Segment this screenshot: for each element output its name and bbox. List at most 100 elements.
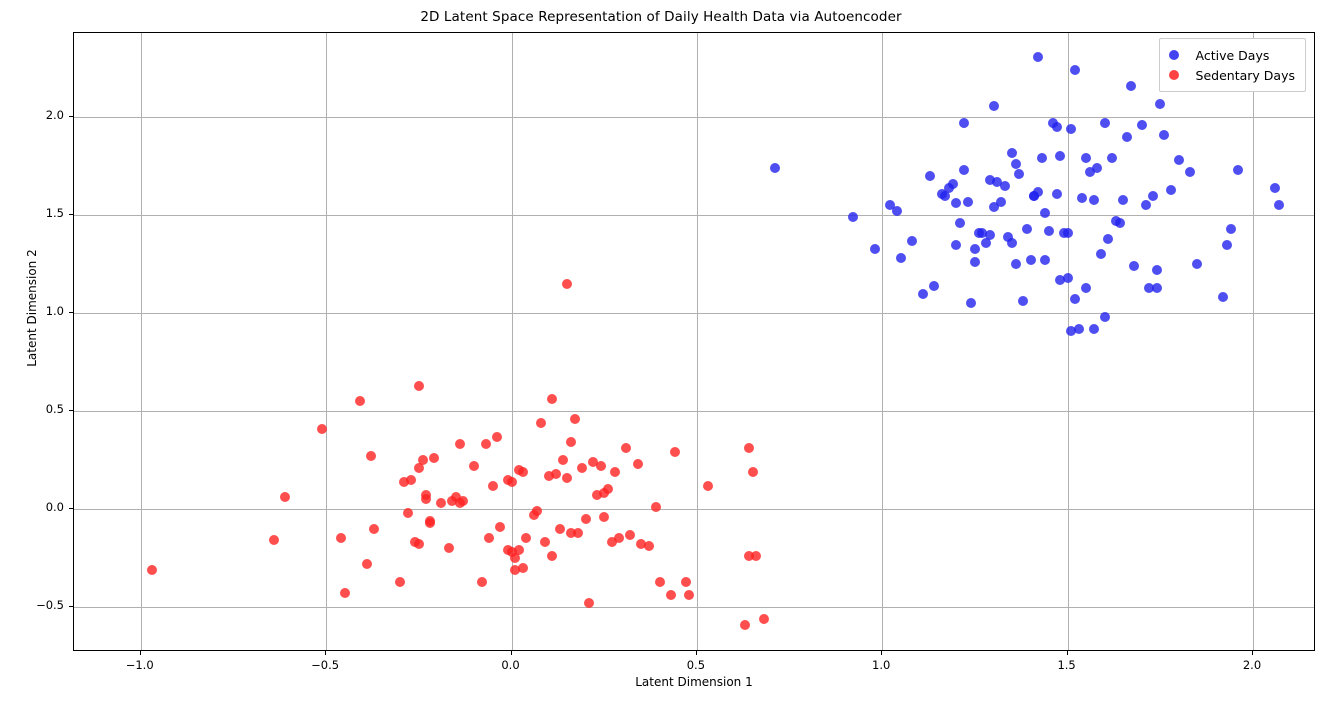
x-tickmark — [510, 651, 512, 655]
data-point-active — [847, 212, 858, 223]
data-point-sedentary — [595, 460, 606, 471]
gridline-horizontal — [74, 117, 1314, 119]
data-point-sedentary — [487, 480, 498, 491]
data-point-sedentary — [614, 533, 624, 544]
x-tickmark — [325, 651, 327, 655]
data-point-sedentary — [395, 576, 406, 587]
data-point-active — [995, 196, 1006, 207]
data-point-active — [1010, 259, 1021, 270]
data-point-sedentary — [443, 543, 454, 554]
data-point-active — [925, 171, 936, 181]
data-point-sedentary — [146, 564, 157, 575]
x-tickmark — [1066, 651, 1068, 655]
x-tick-label: 1.0 — [872, 658, 891, 672]
data-point-active — [958, 118, 969, 129]
data-point-active — [1155, 98, 1166, 109]
data-point-sedentary — [743, 443, 754, 454]
data-point-active — [1103, 233, 1114, 244]
legend-item-sedentary: Sedentary Days — [1168, 65, 1295, 85]
data-point-sedentary — [417, 455, 428, 465]
data-point-active — [969, 257, 980, 268]
data-point-active — [1040, 208, 1051, 219]
data-point-sedentary — [361, 558, 372, 569]
data-point-sedentary — [413, 380, 424, 391]
data-point-sedentary — [513, 545, 524, 556]
data-point-active — [988, 100, 999, 111]
data-point-active — [918, 288, 928, 299]
gridline-vertical — [696, 33, 698, 650]
data-point-active — [955, 218, 966, 228]
data-point-active — [1129, 261, 1140, 272]
data-point-active — [1062, 227, 1073, 238]
legend-label-active: Active Days — [1195, 47, 1270, 63]
data-point-active — [1051, 188, 1062, 199]
y-tick-label: 0.0 — [45, 500, 64, 514]
data-point-sedentary — [758, 613, 769, 624]
data-point-active — [869, 243, 880, 254]
legend-marker-active-icon — [1168, 50, 1179, 60]
data-point-sedentary — [547, 394, 558, 405]
data-point-active — [1007, 147, 1017, 158]
data-point-active — [1159, 129, 1169, 140]
x-tickmark — [695, 651, 697, 655]
data-point-active — [1107, 153, 1118, 164]
data-point-active — [1118, 194, 1129, 205]
data-point-active — [929, 280, 940, 291]
data-point-active — [1140, 200, 1151, 211]
data-point-sedentary — [532, 506, 543, 516]
data-point-active — [1184, 167, 1195, 178]
data-point-sedentary — [669, 447, 680, 458]
x-tickmark — [881, 651, 883, 655]
data-point-active — [769, 163, 780, 174]
data-point-active — [1096, 249, 1106, 260]
y-tickmark — [69, 214, 73, 216]
y-axis-label: Latent Dimension 2 — [25, 249, 39, 367]
gridline-vertical — [1253, 33, 1254, 650]
data-point-sedentary — [651, 502, 662, 512]
x-tick-label: 1.5 — [1057, 658, 1076, 672]
data-point-active — [1222, 239, 1232, 250]
gridline-vertical — [140, 33, 142, 650]
y-tick-label: 2.0 — [45, 108, 64, 123]
data-point-active — [1233, 165, 1244, 176]
data-point-sedentary — [562, 278, 573, 289]
data-point-sedentary — [454, 439, 465, 450]
y-tickmark — [69, 508, 73, 509]
scatter-plot-figure: 2D Latent Space Representation of Daily … — [0, 0, 1322, 701]
data-point-active — [1192, 259, 1203, 270]
data-point-sedentary — [684, 590, 695, 601]
data-point-sedentary — [365, 451, 376, 462]
data-point-active — [1044, 225, 1055, 236]
data-point-active — [1036, 153, 1047, 164]
data-point-active — [1081, 282, 1092, 293]
data-point-active — [1270, 182, 1281, 193]
data-point-active — [1051, 122, 1062, 132]
data-point-sedentary — [665, 590, 676, 601]
data-point-sedentary — [539, 537, 550, 548]
gridline-horizontal — [74, 313, 1314, 315]
data-point-sedentary — [517, 562, 528, 573]
data-point-sedentary — [480, 439, 491, 450]
data-point-sedentary — [558, 455, 569, 465]
y-tickmark — [69, 312, 73, 314]
data-point-sedentary — [335, 533, 346, 544]
data-point-active — [1151, 282, 1162, 293]
data-point-sedentary — [703, 480, 713, 491]
data-point-active — [1021, 223, 1032, 234]
data-point-active — [1173, 155, 1184, 166]
legend-label-sedentary: Sedentary Days — [1195, 67, 1295, 83]
legend-item-active: Active Days — [1168, 45, 1295, 65]
data-point-sedentary — [654, 576, 665, 587]
data-point-sedentary — [495, 521, 506, 532]
data-point-sedentary — [369, 523, 380, 534]
data-point-active — [1225, 223, 1236, 234]
data-point-sedentary — [436, 498, 446, 509]
data-point-active — [1070, 65, 1080, 76]
data-point-active — [1073, 323, 1084, 334]
data-point-sedentary — [547, 551, 558, 561]
data-point-sedentary — [565, 437, 576, 448]
data-point-sedentary — [484, 533, 495, 544]
data-point-sedentary — [354, 396, 365, 407]
data-point-active — [1066, 124, 1077, 134]
gridline-horizontal — [74, 606, 1314, 608]
